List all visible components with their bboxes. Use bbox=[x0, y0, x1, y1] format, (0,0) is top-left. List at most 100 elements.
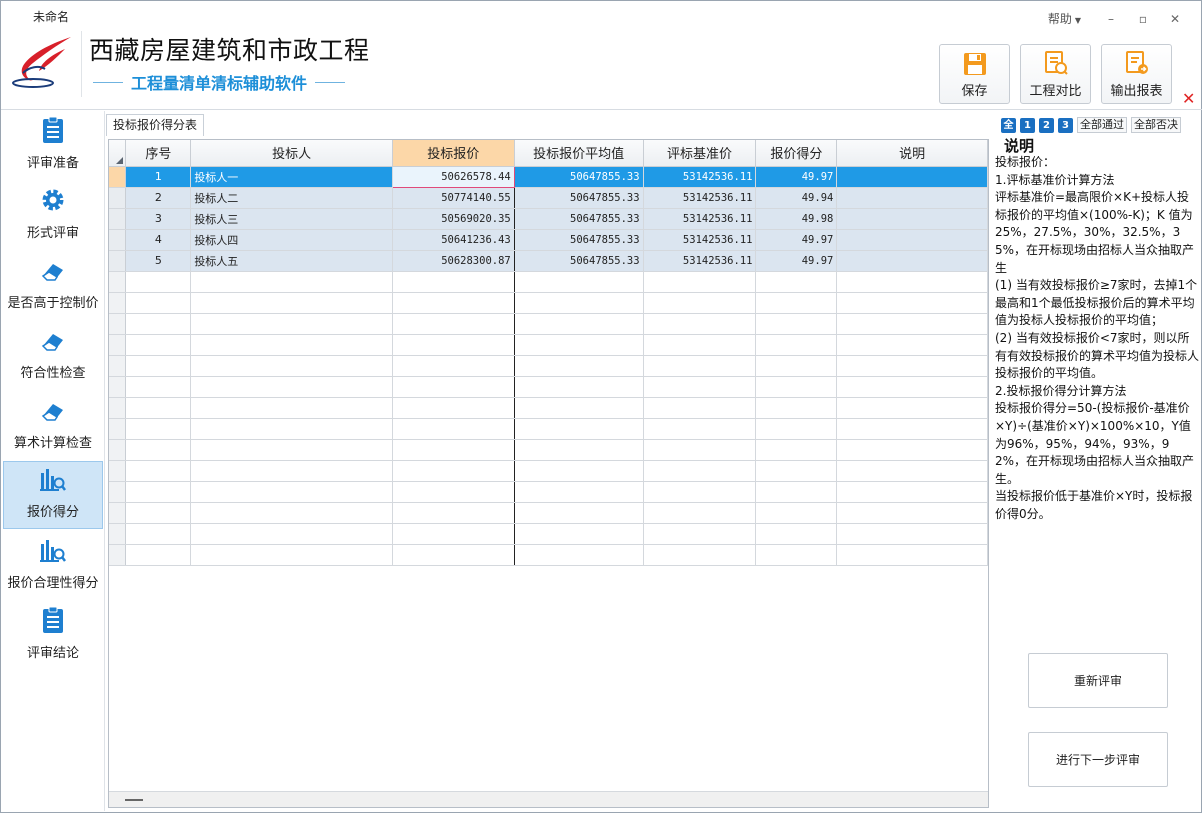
empty-cell[interactable] bbox=[643, 544, 757, 566]
cell-no[interactable]: 2 bbox=[125, 187, 192, 209]
empty-cell[interactable] bbox=[643, 334, 757, 356]
empty-cell[interactable] bbox=[836, 523, 988, 545]
table-row[interactable]: 1 投标人一 50626578.44 50647855.33 53142536.… bbox=[109, 165, 988, 188]
empty-table-row[interactable] bbox=[109, 481, 988, 503]
sidebar-item-price-reasonableness-score[interactable]: 报价合理性得分 bbox=[3, 531, 103, 599]
empty-cell[interactable] bbox=[755, 313, 838, 335]
empty-cell[interactable] bbox=[836, 271, 988, 293]
empty-cell[interactable] bbox=[755, 544, 838, 566]
column-header[interactable]: 投标报价平均值 bbox=[514, 140, 644, 167]
empty-cell[interactable] bbox=[125, 271, 192, 293]
empty-table-row[interactable] bbox=[109, 397, 988, 419]
cell-base[interactable]: 53142536.11 bbox=[643, 208, 757, 230]
sidebar-item-review-conclusion[interactable]: 评审结论 bbox=[3, 601, 103, 669]
cell-note[interactable] bbox=[836, 187, 988, 209]
empty-table-row[interactable] bbox=[109, 313, 988, 335]
empty-cell[interactable] bbox=[755, 418, 838, 440]
cell-score[interactable]: 49.97 bbox=[755, 229, 838, 251]
empty-cell[interactable] bbox=[836, 334, 988, 356]
sidebar-item-review-prep[interactable]: 评审准备 bbox=[3, 111, 103, 179]
empty-cell[interactable] bbox=[190, 292, 393, 314]
row-header[interactable] bbox=[109, 208, 127, 230]
row-header[interactable] bbox=[109, 334, 127, 356]
empty-cell[interactable] bbox=[514, 544, 644, 566]
sidebar-item-formal-review[interactable]: 形式评审 bbox=[3, 181, 103, 249]
row-header[interactable] bbox=[109, 502, 127, 524]
cell-note[interactable] bbox=[836, 208, 988, 230]
empty-cell[interactable] bbox=[125, 460, 192, 482]
empty-cell[interactable] bbox=[392, 397, 515, 419]
empty-cell[interactable] bbox=[836, 376, 988, 398]
sidebar-item-arithmetic-check[interactable]: 算术计算检查 bbox=[3, 391, 103, 459]
empty-cell[interactable] bbox=[190, 376, 393, 398]
cell-base[interactable]: 53142536.11 bbox=[643, 187, 757, 209]
sidebar-item-above-control-price[interactable]: 是否高于控制价 bbox=[3, 251, 103, 319]
cell-no[interactable]: 1 bbox=[125, 166, 192, 188]
empty-cell[interactable] bbox=[392, 271, 515, 293]
empty-cell[interactable] bbox=[190, 334, 393, 356]
empty-cell[interactable] bbox=[190, 439, 393, 461]
empty-cell[interactable] bbox=[755, 292, 838, 314]
row-header[interactable] bbox=[109, 313, 127, 335]
column-header[interactable]: 投标报价 bbox=[392, 140, 515, 167]
column-header[interactable]: 评标基准价 bbox=[643, 140, 757, 167]
cell-price[interactable]: 50774140.55 bbox=[392, 187, 515, 209]
filter-2-button[interactable]: 2 bbox=[1039, 117, 1054, 133]
close-icon[interactable]: ✕ bbox=[1182, 89, 1195, 108]
empty-cell[interactable] bbox=[125, 313, 192, 335]
row-header[interactable] bbox=[109, 523, 127, 545]
empty-cell[interactable] bbox=[836, 544, 988, 566]
row-header[interactable] bbox=[109, 439, 127, 461]
empty-cell[interactable] bbox=[190, 502, 393, 524]
empty-cell[interactable] bbox=[125, 439, 192, 461]
empty-cell[interactable] bbox=[392, 544, 515, 566]
sidebar-item-price-score[interactable]: 报价得分 bbox=[3, 461, 103, 529]
empty-cell[interactable] bbox=[190, 397, 393, 419]
cell-avg[interactable]: 50647855.33 bbox=[514, 187, 644, 209]
empty-cell[interactable] bbox=[190, 418, 393, 440]
empty-cell[interactable] bbox=[836, 418, 988, 440]
empty-cell[interactable] bbox=[392, 439, 515, 461]
empty-cell[interactable] bbox=[643, 502, 757, 524]
empty-cell[interactable] bbox=[755, 334, 838, 356]
cell-price[interactable]: 50628300.87 bbox=[392, 250, 515, 272]
select-all-corner[interactable] bbox=[109, 140, 127, 167]
empty-table-row[interactable] bbox=[109, 544, 988, 566]
empty-cell[interactable] bbox=[190, 313, 393, 335]
row-header[interactable] bbox=[109, 229, 127, 251]
empty-cell[interactable] bbox=[125, 418, 192, 440]
filter-all-button[interactable]: 全 bbox=[1001, 117, 1016, 133]
empty-cell[interactable] bbox=[514, 418, 644, 440]
empty-cell[interactable] bbox=[514, 292, 644, 314]
filter-3-button[interactable]: 3 bbox=[1058, 117, 1073, 133]
table-row[interactable]: 2 投标人二 50774140.55 50647855.33 53142536.… bbox=[109, 187, 988, 209]
empty-cell[interactable] bbox=[755, 397, 838, 419]
row-header[interactable] bbox=[109, 418, 127, 440]
empty-cell[interactable] bbox=[643, 418, 757, 440]
table-row[interactable]: 5 投标人五 50628300.87 50647855.33 53142536.… bbox=[109, 250, 988, 272]
empty-cell[interactable] bbox=[643, 439, 757, 461]
row-header[interactable] bbox=[109, 376, 127, 398]
empty-table-row[interactable] bbox=[109, 334, 988, 356]
row-header[interactable] bbox=[109, 544, 127, 566]
empty-cell[interactable] bbox=[125, 355, 192, 377]
empty-cell[interactable] bbox=[836, 313, 988, 335]
cell-price[interactable]: 50626578.44 bbox=[391, 165, 515, 188]
filter-1-button[interactable]: 1 bbox=[1020, 117, 1035, 133]
empty-table-row[interactable] bbox=[109, 355, 988, 377]
empty-cell[interactable] bbox=[755, 355, 838, 377]
empty-cell[interactable] bbox=[643, 397, 757, 419]
empty-cell[interactable] bbox=[392, 523, 515, 545]
empty-cell[interactable] bbox=[125, 334, 192, 356]
empty-cell[interactable] bbox=[514, 460, 644, 482]
empty-cell[interactable] bbox=[643, 355, 757, 377]
empty-cell[interactable] bbox=[755, 481, 838, 503]
empty-cell[interactable] bbox=[190, 544, 393, 566]
export-report-button[interactable]: 输出报表 bbox=[1101, 44, 1172, 104]
window-close-button[interactable]: ✕ bbox=[1159, 12, 1191, 26]
empty-cell[interactable] bbox=[514, 376, 644, 398]
cell-bidder[interactable]: 投标人二 bbox=[190, 187, 393, 209]
empty-table-row[interactable] bbox=[109, 523, 988, 545]
empty-cell[interactable] bbox=[643, 376, 757, 398]
cell-note[interactable] bbox=[836, 166, 988, 188]
